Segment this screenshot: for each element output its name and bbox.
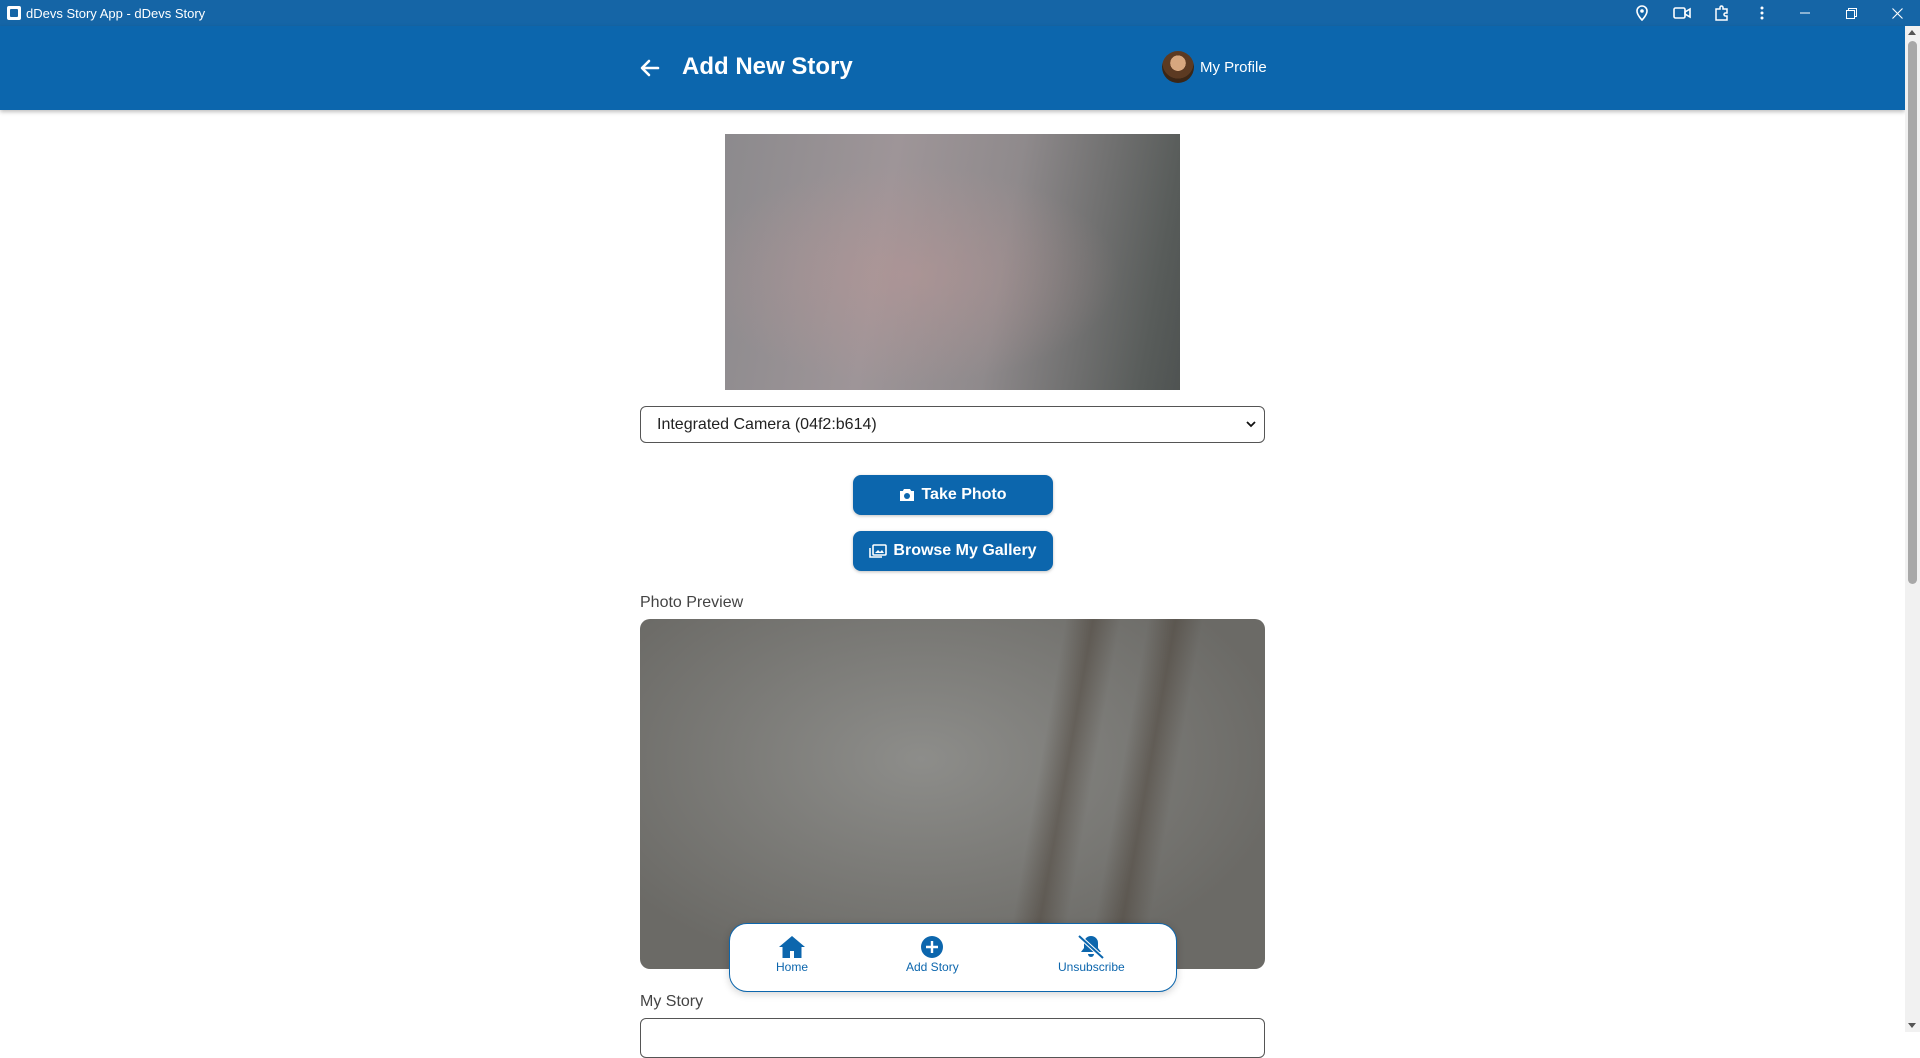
camera-device-select[interactable]: Integrated Camera (04f2:b614) — [640, 406, 1265, 443]
camera-permission-icon[interactable] — [1662, 0, 1702, 26]
story-textarea[interactable] — [640, 1018, 1265, 1058]
take-photo-button[interactable]: Take Photo — [853, 475, 1053, 515]
avatar — [1162, 51, 1194, 83]
my-profile-link[interactable]: My Profile — [1162, 51, 1267, 83]
page-scrollbar[interactable] — [1905, 26, 1920, 1032]
nav-unsubscribe-label: Unsubscribe — [1058, 960, 1125, 974]
scrollbar-thumb[interactable] — [1908, 41, 1917, 584]
nav-home-label: Home — [776, 960, 809, 974]
more-vert-icon[interactable] — [1742, 0, 1782, 26]
home-icon — [779, 936, 805, 958]
plus-circle-icon — [921, 936, 944, 958]
location-icon[interactable] — [1622, 0, 1662, 26]
close-button[interactable] — [1874, 0, 1920, 26]
chevron-down-icon — [1246, 421, 1256, 428]
window-titlebar: dDevs Story App - dDevs Story — [0, 0, 1920, 26]
bottom-navigation: Home Add Story Unsubscribe — [729, 923, 1177, 992]
browse-gallery-label: Browse My Gallery — [893, 542, 1037, 559]
browse-gallery-button[interactable]: Browse My Gallery — [853, 531, 1053, 571]
minimize-button[interactable] — [1782, 0, 1828, 26]
app-icon — [7, 6, 21, 20]
photo-preview-image — [640, 619, 1265, 969]
app-header: Add New Story My Profile — [0, 26, 1905, 110]
images-icon — [869, 544, 888, 558]
titlebar-controls — [1622, 0, 1920, 26]
page-title: Add New Story — [682, 53, 853, 80]
take-photo-label: Take Photo — [921, 486, 1007, 503]
profile-label: My Profile — [1200, 58, 1267, 76]
bell-slash-icon — [1077, 934, 1105, 960]
extensions-icon[interactable] — [1702, 0, 1742, 26]
camera-device-selected: Integrated Camera (04f2:b614) — [657, 415, 877, 433]
my-story-label: My Story — [640, 993, 704, 1010]
back-button[interactable] — [636, 56, 664, 80]
arrow-left-icon — [640, 59, 660, 77]
camera-video-stream — [725, 134, 1180, 390]
nav-item-add-story[interactable]: Add Story — [906, 934, 959, 974]
camera-icon — [900, 489, 915, 501]
photo-preview-label: Photo Preview — [640, 594, 744, 611]
nav-item-home[interactable]: Home — [776, 934, 808, 974]
restore-button[interactable] — [1828, 0, 1874, 26]
nav-item-unsubscribe[interactable]: Unsubscribe — [1058, 934, 1125, 974]
scroll-down-arrow-icon[interactable] — [1908, 1023, 1916, 1028]
nav-add-story-label: Add Story — [906, 960, 959, 974]
scroll-up-arrow-icon[interactable] — [1908, 30, 1916, 35]
window-title: dDevs Story App - dDevs Story — [26, 5, 206, 21]
